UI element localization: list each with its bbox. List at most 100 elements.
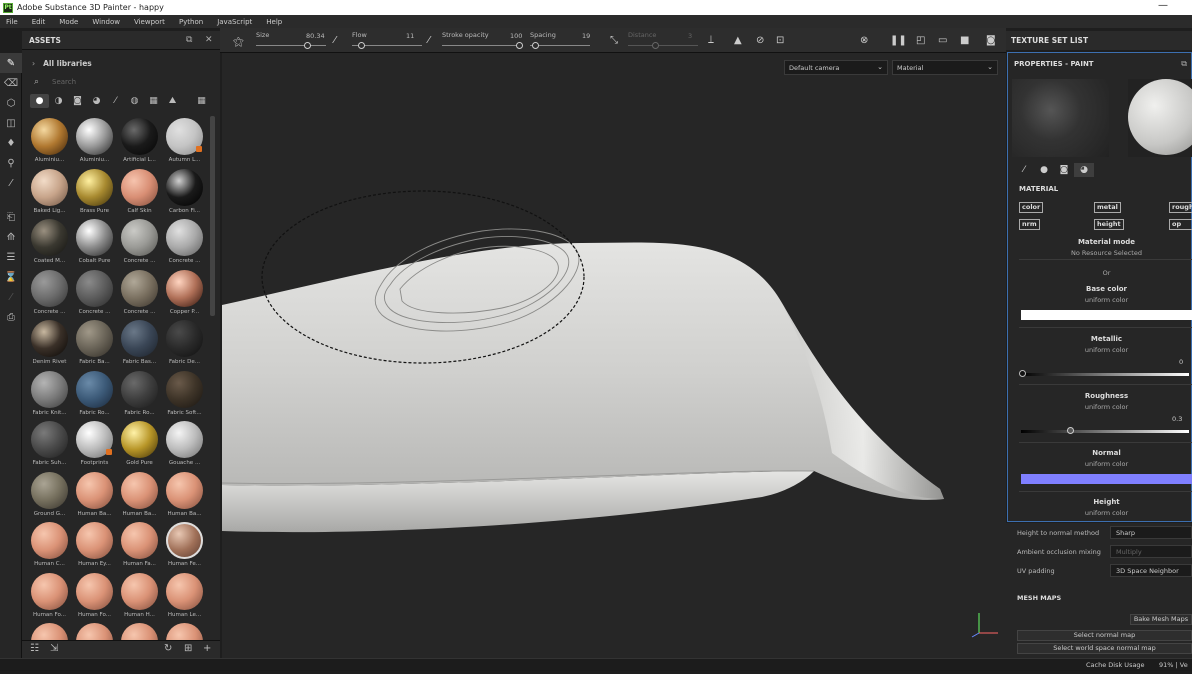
- filter-environments-icon[interactable]: ⛰: [163, 94, 182, 108]
- new-folder-icon[interactable]: ⊞: [184, 643, 192, 654]
- asset-item[interactable]: Fabric Suh...: [27, 421, 72, 472]
- camera-icon[interactable]: ■: [960, 35, 969, 46]
- assets-scrollbar[interactable]: [210, 116, 215, 316]
- minimize-icon[interactable]: —: [1158, 0, 1168, 11]
- viewport-mode-icon[interactable]: ◰: [916, 35, 925, 46]
- display-settings-icon[interactable]: ▭: [938, 35, 947, 46]
- asset-item[interactable]: Fabric Ro...: [72, 370, 117, 422]
- add-icon[interactable]: +: [203, 643, 211, 654]
- menu-mode[interactable]: Mode: [59, 18, 78, 26]
- export-icon[interactable]: ⎙: [0, 307, 22, 327]
- import-icon[interactable]: ⇲: [50, 643, 58, 654]
- asset-item[interactable]: Baked Lig...: [27, 168, 72, 220]
- lazy-mouse-icon[interactable]: ⤡: [610, 35, 618, 46]
- asset-item[interactable]: Human Ba...: [117, 471, 162, 523]
- filter-alphas-icon[interactable]: ◍: [125, 94, 144, 108]
- asset-item[interactable]: Brass Pure: [72, 168, 117, 220]
- metallic-slider[interactable]: [1021, 373, 1189, 376]
- metallic-value[interactable]: 0: [1179, 358, 1183, 366]
- smudge-tool-icon[interactable]: ♦: [0, 133, 22, 153]
- flow-value[interactable]: 11: [406, 32, 414, 40]
- 3d-viewport[interactable]: Default camera ⌄ Material ⌄: [222, 53, 1006, 658]
- no-projection-icon[interactable]: ⊗: [860, 35, 868, 46]
- close-icon[interactable]: ✕: [205, 35, 213, 45]
- asset-item[interactable]: Calf Skin: [117, 168, 162, 220]
- tab-stencil-icon[interactable]: ◙: [1054, 163, 1074, 177]
- size-slider-handle[interactable]: [304, 42, 311, 49]
- asset-item[interactable]: Autumn L...: [162, 118, 207, 169]
- history-icon[interactable]: ⌛: [0, 267, 22, 287]
- undock-icon[interactable]: ⧉: [1181, 59, 1187, 69]
- height-to-normal-dropdown[interactable]: Sharp: [1110, 526, 1192, 539]
- asset-item[interactable]: Human C...: [27, 522, 72, 573]
- clone-tool-icon[interactable]: ⚲: [0, 153, 22, 173]
- filter-textures-icon[interactable]: ◙: [68, 94, 87, 108]
- asset-item[interactable]: Carbon Fi...: [162, 168, 207, 220]
- size-pen-pressure-icon[interactable]: ⁄: [334, 35, 336, 46]
- flow-slider-handle[interactable]: [358, 42, 365, 49]
- material-mode-value[interactable]: No Resource Selected: [1019, 249, 1192, 257]
- eraser-tool-icon[interactable]: ⌫: [0, 73, 22, 93]
- flow-pen-pressure-icon[interactable]: ⁄: [428, 35, 430, 46]
- projection-tool-icon[interactable]: ⬡: [0, 93, 22, 113]
- asset-item[interactable]: Fabric Ro...: [117, 370, 162, 422]
- bake-tool-icon[interactable]: ⎗: [0, 207, 22, 227]
- asset-item[interactable]: Human Le...: [162, 572, 207, 624]
- size-slider[interactable]: [256, 45, 326, 46]
- refresh-icon[interactable]: ↻: [164, 643, 172, 654]
- channel-metal-button[interactable]: metal: [1094, 202, 1121, 213]
- asset-item[interactable]: Concrete ...: [117, 219, 162, 270]
- spacing-slider[interactable]: [530, 45, 590, 46]
- assets-search[interactable]: ⌕ Search: [32, 77, 212, 89]
- channel-op-button[interactable]: op: [1169, 219, 1192, 230]
- spacing-value[interactable]: 19: [582, 32, 590, 40]
- channel-color-button[interactable]: color: [1019, 202, 1044, 213]
- asset-item[interactable]: Aluminiu...: [27, 118, 72, 169]
- tab-alpha-icon[interactable]: ●: [1034, 163, 1054, 177]
- asset-item[interactable]: Fabric Knit...: [27, 370, 72, 422]
- normal-color-swatch[interactable]: [1021, 474, 1192, 484]
- tab-brush-icon[interactable]: ⁄: [1014, 163, 1034, 177]
- spacing-slider-handle[interactable]: [532, 42, 539, 49]
- camera-dropdown[interactable]: Default camera ⌄: [784, 60, 888, 75]
- asset-item[interactable]: Concrete ...: [72, 269, 117, 321]
- asset-item[interactable]: Footprints: [72, 421, 117, 472]
- channel-nrm-button[interactable]: nrm: [1019, 219, 1040, 230]
- color-picker-tool-icon[interactable]: ⁄: [0, 173, 22, 193]
- channel-rough-button[interactable]: rough: [1169, 202, 1192, 213]
- asset-item[interactable]: Human Ba...: [162, 471, 207, 523]
- asset-item[interactable]: Human Fo...: [27, 572, 72, 624]
- asset-item[interactable]: Gouache ...: [162, 421, 207, 472]
- view-grid-icon[interactable]: ▦: [192, 94, 211, 108]
- menu-edit[interactable]: Edit: [32, 18, 46, 26]
- filter-masks-icon[interactable]: ◕: [87, 94, 106, 108]
- menu-python[interactable]: Python: [179, 18, 203, 26]
- asset-item[interactable]: Human Fa...: [117, 522, 162, 573]
- measure-tool-icon[interactable]: ⟰: [0, 227, 22, 247]
- symmetry-icon[interactable]: ⟘: [708, 35, 714, 46]
- mirror-y-icon[interactable]: ⊘: [756, 35, 764, 46]
- asset-item[interactable]: Fabric De...: [162, 320, 207, 371]
- asset-item[interactable]: Human Fe...: [162, 522, 207, 573]
- undock-icon[interactable]: ⧉: [186, 35, 192, 45]
- grid-snap-icon[interactable]: ⊡: [776, 35, 784, 46]
- search-input[interactable]: Search: [52, 78, 76, 86]
- brush-shape-icon[interactable]: ⚝: [233, 35, 244, 49]
- list-view-icon[interactable]: ☷: [30, 643, 39, 654]
- tab-material-icon[interactable]: ◕: [1074, 163, 1094, 177]
- mirror-x-icon[interactable]: ▲: [734, 35, 742, 46]
- stroke-opacity-value[interactable]: 100: [510, 32, 522, 40]
- render-mode-dropdown[interactable]: Material ⌄: [892, 60, 998, 75]
- uv-padding-dropdown[interactable]: 3D Space Neighbor: [1110, 564, 1192, 577]
- asset-item[interactable]: Concrete ...: [162, 219, 207, 270]
- asset-item[interactable]: Cobalt Pure: [72, 219, 117, 270]
- asset-item[interactable]: Human Ba...: [72, 471, 117, 523]
- stroke-opacity-slider[interactable]: [442, 45, 522, 46]
- menu-file[interactable]: File: [6, 18, 18, 26]
- asset-item[interactable]: Concrete ...: [117, 269, 162, 321]
- select-normal-map-button[interactable]: Select normal map: [1017, 630, 1192, 641]
- asset-item[interactable]: Human H...: [117, 572, 162, 624]
- asset-item[interactable]: Coated M...: [27, 219, 72, 270]
- asset-item[interactable]: Human Fo...: [72, 572, 117, 624]
- brush-alpha-preview[interactable]: [1012, 79, 1109, 157]
